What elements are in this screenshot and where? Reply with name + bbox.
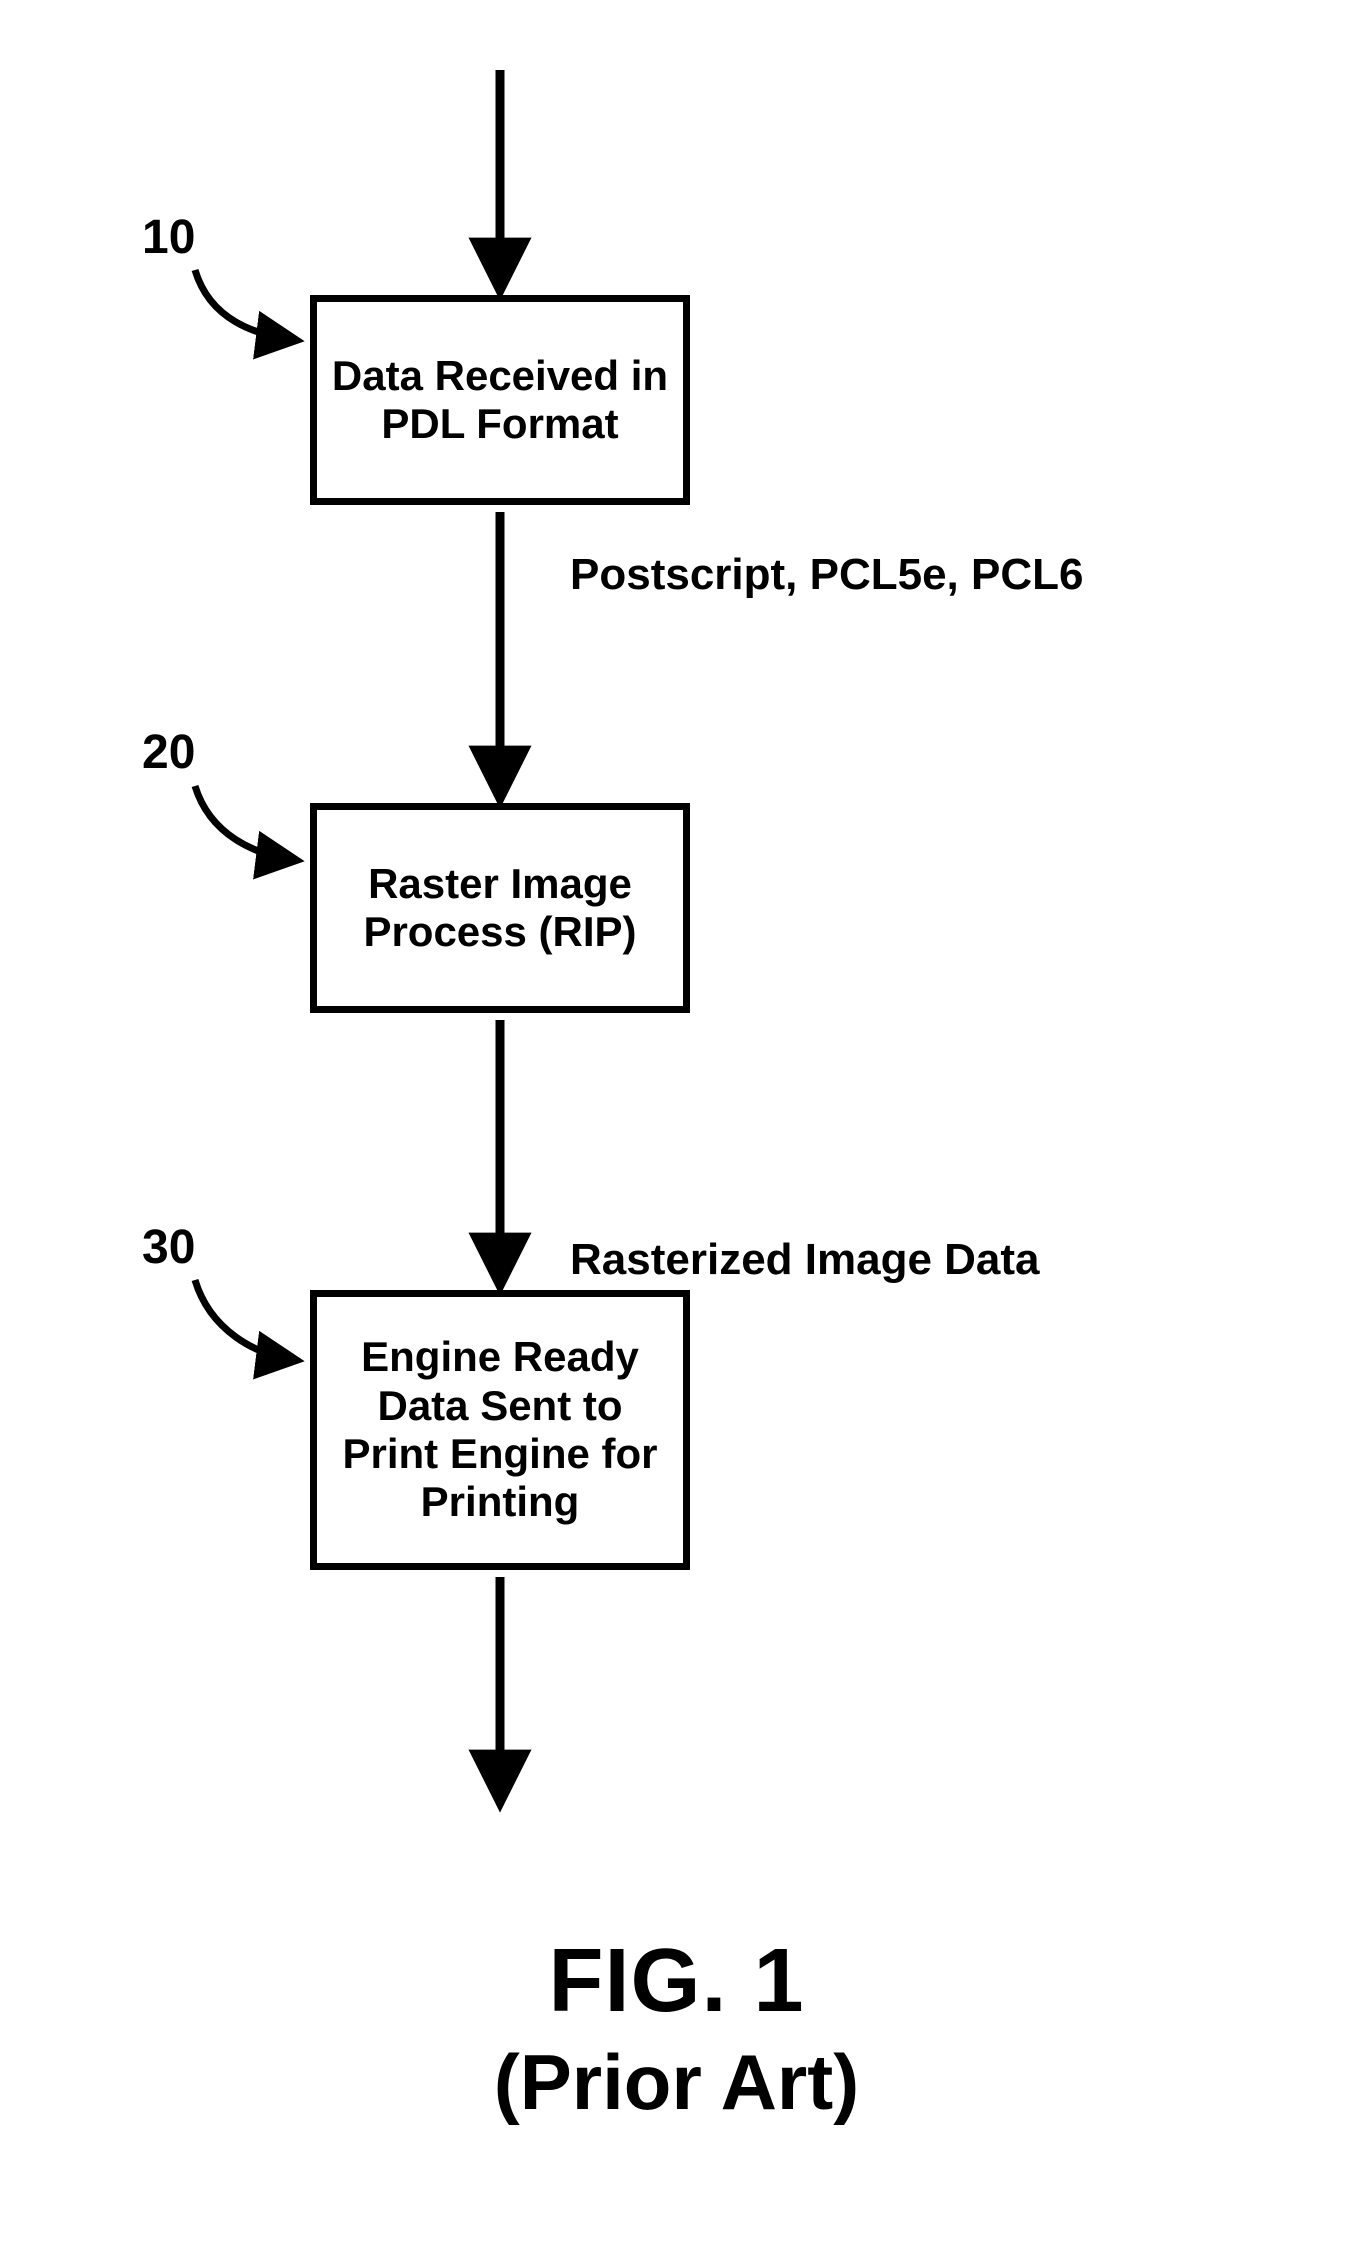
- ref-num-10: 10: [142, 210, 195, 265]
- figure-title-block: FIG. 1 (Prior Art): [0, 1930, 1353, 2128]
- figure-subtitle: (Prior Art): [0, 2037, 1353, 2128]
- figure-number: FIG. 1: [0, 1930, 1353, 2033]
- step-box-label: Raster Image Process (RIP): [331, 860, 669, 957]
- ref-num-20: 20: [142, 725, 195, 780]
- ref-num-30: 30: [142, 1220, 195, 1275]
- step-box-data-received: Data Received in PDL Format: [310, 295, 690, 505]
- ref-pointer-20: [195, 786, 295, 860]
- step-box-label: Engine Ready Data Sent to Print Engine f…: [331, 1333, 669, 1526]
- diagram-canvas: Data Received in PDL Format Raster Image…: [0, 0, 1353, 2251]
- arrow-annotation-rasterized: Rasterized Image Data: [570, 1235, 1040, 1285]
- step-box-rip: Raster Image Process (RIP): [310, 803, 690, 1013]
- step-box-print-engine: Engine Ready Data Sent to Print Engine f…: [310, 1290, 690, 1570]
- step-box-label: Data Received in PDL Format: [331, 352, 669, 449]
- ref-pointer-10: [195, 270, 295, 340]
- arrow-annotation-pdl-types: Postscript, PCL5e, PCL6: [570, 550, 1083, 600]
- ref-pointer-30: [195, 1280, 295, 1360]
